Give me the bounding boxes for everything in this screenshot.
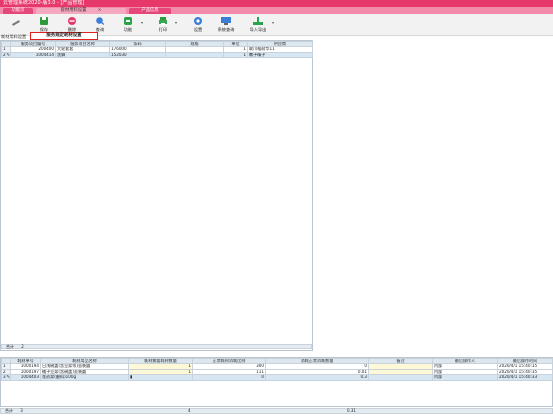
edit-button[interactable]	[6, 16, 26, 34]
function-button[interactable]: 功能	[118, 16, 138, 34]
delete-icon	[68, 17, 76, 25]
print-icon	[159, 17, 167, 25]
tab-bar: 功能页 套材用料设置 × 产品信息	[0, 7, 553, 14]
system-query-icon	[221, 17, 231, 25]
lower-summary-bar: 合计 3 4 0.31	[0, 408, 553, 414]
table-row[interactable]: 2✎ 1004414 洗脚 152030 1 瞧子精子	[1, 51, 313, 59]
search-icon	[96, 17, 105, 25]
close-tab-icon[interactable]: ×	[98, 8, 102, 13]
function-icon	[124, 17, 132, 25]
section-label: 耗材用料设置	[1, 34, 27, 39]
function-dropdown-icon[interactable]: ▾	[141, 20, 143, 25]
cell-cursor-icon: ▮	[130, 374, 133, 380]
pencil-icon	[12, 20, 20, 26]
material-items-grid: 耗材单号 耗材用品名称 耗材需要耗材数量 正常耗材消耗比例 消耗正常消耗数量 备…	[0, 357, 553, 407]
edit-row-icon: ✎	[6, 374, 11, 380]
import-export-dropdown-icon[interactable]: ▾	[272, 20, 274, 25]
settings-button[interactable]: 设置	[188, 16, 208, 34]
table-row[interactable]: 3✎ 1004403 花药浆(磨料)100g ▮ 0 0.3 内部 2020/4…	[1, 374, 553, 381]
edit-row-icon: ✎	[6, 52, 11, 57]
service-items-grid: 服务项目编号 服务项目名称 条码 规格 单位 供应商 1 200400 大轮套套…	[0, 40, 313, 351]
print-button[interactable]: 打印	[153, 16, 173, 34]
print-dropdown-icon[interactable]: ▾	[175, 20, 177, 25]
save-icon	[40, 17, 48, 25]
import-export-icon	[253, 17, 263, 25]
window-title: 云管理系统2020-版3.0 - [产品管理]	[0, 0, 553, 7]
import-export-button[interactable]: 导入导出	[248, 16, 268, 34]
settings-icon	[194, 17, 202, 25]
service-material-settings-button[interactable]: 服务规定耗材设置	[30, 32, 98, 40]
upper-summary-bar: 合计 2	[1, 344, 312, 349]
system-query-button[interactable]: 系统查询	[216, 16, 236, 34]
